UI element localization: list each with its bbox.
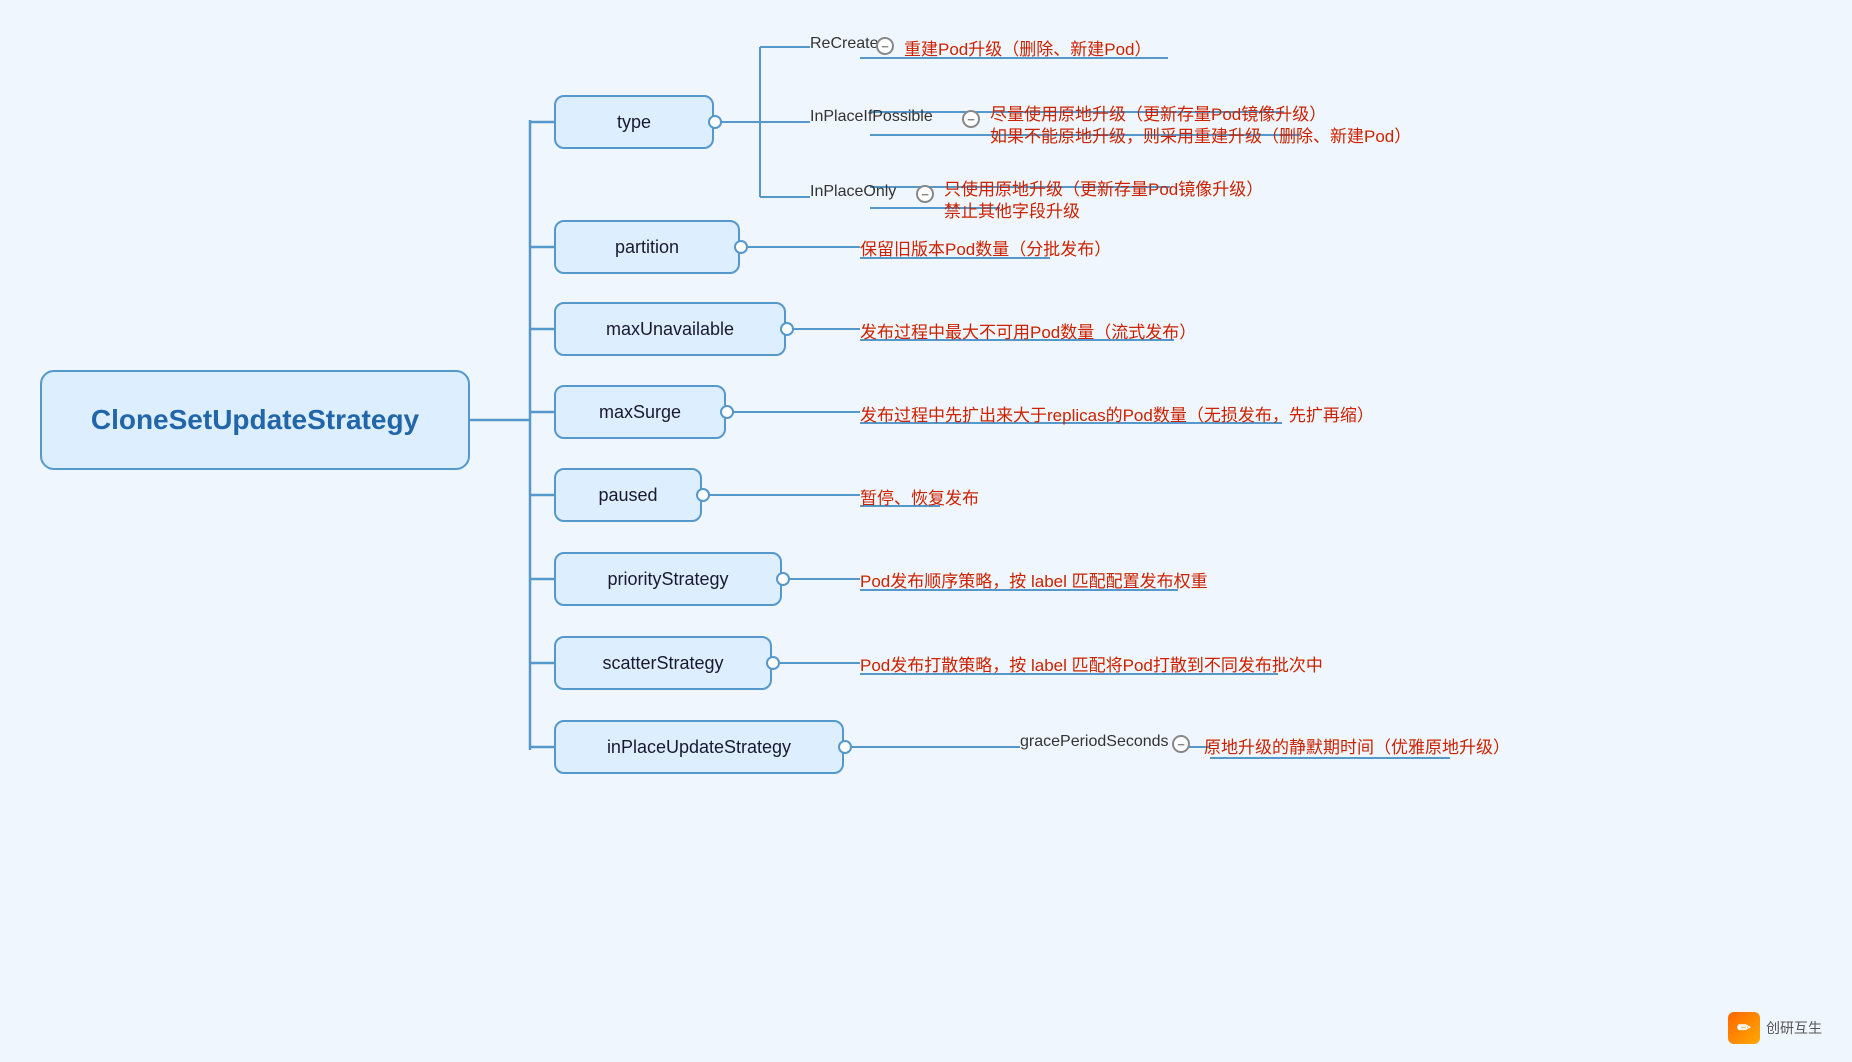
connector-lines <box>0 0 1852 1062</box>
recreate-desc: 重建Pod升级（删除、新建Pod） <box>904 35 1152 60</box>
recreate-minus: − <box>876 37 894 55</box>
maxunavailable-label: maxUnavailable <box>606 319 734 340</box>
inplaceupdatestrategy-circle <box>838 740 852 754</box>
scatterstrategy-circle <box>766 656 780 670</box>
graceperiodseconds-minus: − <box>1172 735 1190 753</box>
prioritystrategy-circle <box>776 572 790 586</box>
paused-desc: 暂停、恢复发布 <box>860 484 979 509</box>
inplaceonly-desc2: 禁止其他字段升级 <box>944 197 1080 222</box>
maxsurge-node: maxSurge <box>554 385 726 439</box>
recreate-label: ReCreate <box>810 35 878 53</box>
root-node: CloneSetUpdateStrategy <box>40 370 470 470</box>
maxunavailable-circle <box>780 322 794 336</box>
partition-circle <box>734 240 748 254</box>
maxsurge-desc: 发布过程中先扩出来大于replicas的Pod数量（无损发布，先扩再缩） <box>860 401 1374 426</box>
graceperiodseconds-desc: 原地升级的静默期时间（优雅原地升级） <box>1204 733 1510 758</box>
scatterstrategy-label: scatterStrategy <box>602 653 723 674</box>
inplaceifpossible-desc2: 如果不能原地升级，则采用重建升级（删除、新建Pod） <box>990 122 1411 147</box>
inplaceupdatestrategy-label: inPlaceUpdateStrategy <box>607 737 791 758</box>
maxunavailable-node: maxUnavailable <box>554 302 786 356</box>
inplaceifpossible-minus: − <box>962 110 980 128</box>
partition-desc: 保留旧版本Pod数量（分批发布） <box>860 235 1111 260</box>
paused-circle <box>696 488 710 502</box>
logo: ✏ 创研互生 <box>1728 1012 1822 1044</box>
maxunavailable-desc: 发布过程中最大不可用Pod数量（流式发布） <box>860 318 1196 343</box>
type-circle <box>708 115 722 129</box>
scatterstrategy-desc: Pod发布打散策略，按 label 匹配将Pod打散到不同发布批次中 <box>860 651 1323 676</box>
maxsurge-circle <box>720 405 734 419</box>
diagram: CloneSetUpdateStrategy type ReCreate − 重… <box>0 0 1852 1062</box>
prioritystrategy-label: priorityStrategy <box>607 569 728 590</box>
logo-icon: ✏ <box>1728 1012 1760 1044</box>
paused-node: paused <box>554 468 702 522</box>
type-node: type <box>554 95 714 149</box>
root-label: CloneSetUpdateStrategy <box>91 404 419 436</box>
partition-node: partition <box>554 220 740 274</box>
prioritystrategy-node: priorityStrategy <box>554 552 782 606</box>
paused-label: paused <box>598 485 657 506</box>
prioritystrategy-desc: Pod发布顺序策略，按 label 匹配配置发布权重 <box>860 567 1208 592</box>
logo-text: 创研互生 <box>1766 1018 1822 1038</box>
type-label: type <box>617 112 651 133</box>
scatterstrategy-node: scatterStrategy <box>554 636 772 690</box>
inplaceonly-label: InPlaceOnly <box>810 183 896 201</box>
maxsurge-label: maxSurge <box>599 402 681 423</box>
inplaceifpossible-label: InPlaceIfPossible <box>810 108 933 126</box>
partition-label: partition <box>615 237 679 258</box>
graceperiodseconds-label: gracePeriodSeconds <box>1020 733 1169 751</box>
inplaceupdatestrategy-node: inPlaceUpdateStrategy <box>554 720 844 774</box>
inplaceonly-minus: − <box>916 185 934 203</box>
